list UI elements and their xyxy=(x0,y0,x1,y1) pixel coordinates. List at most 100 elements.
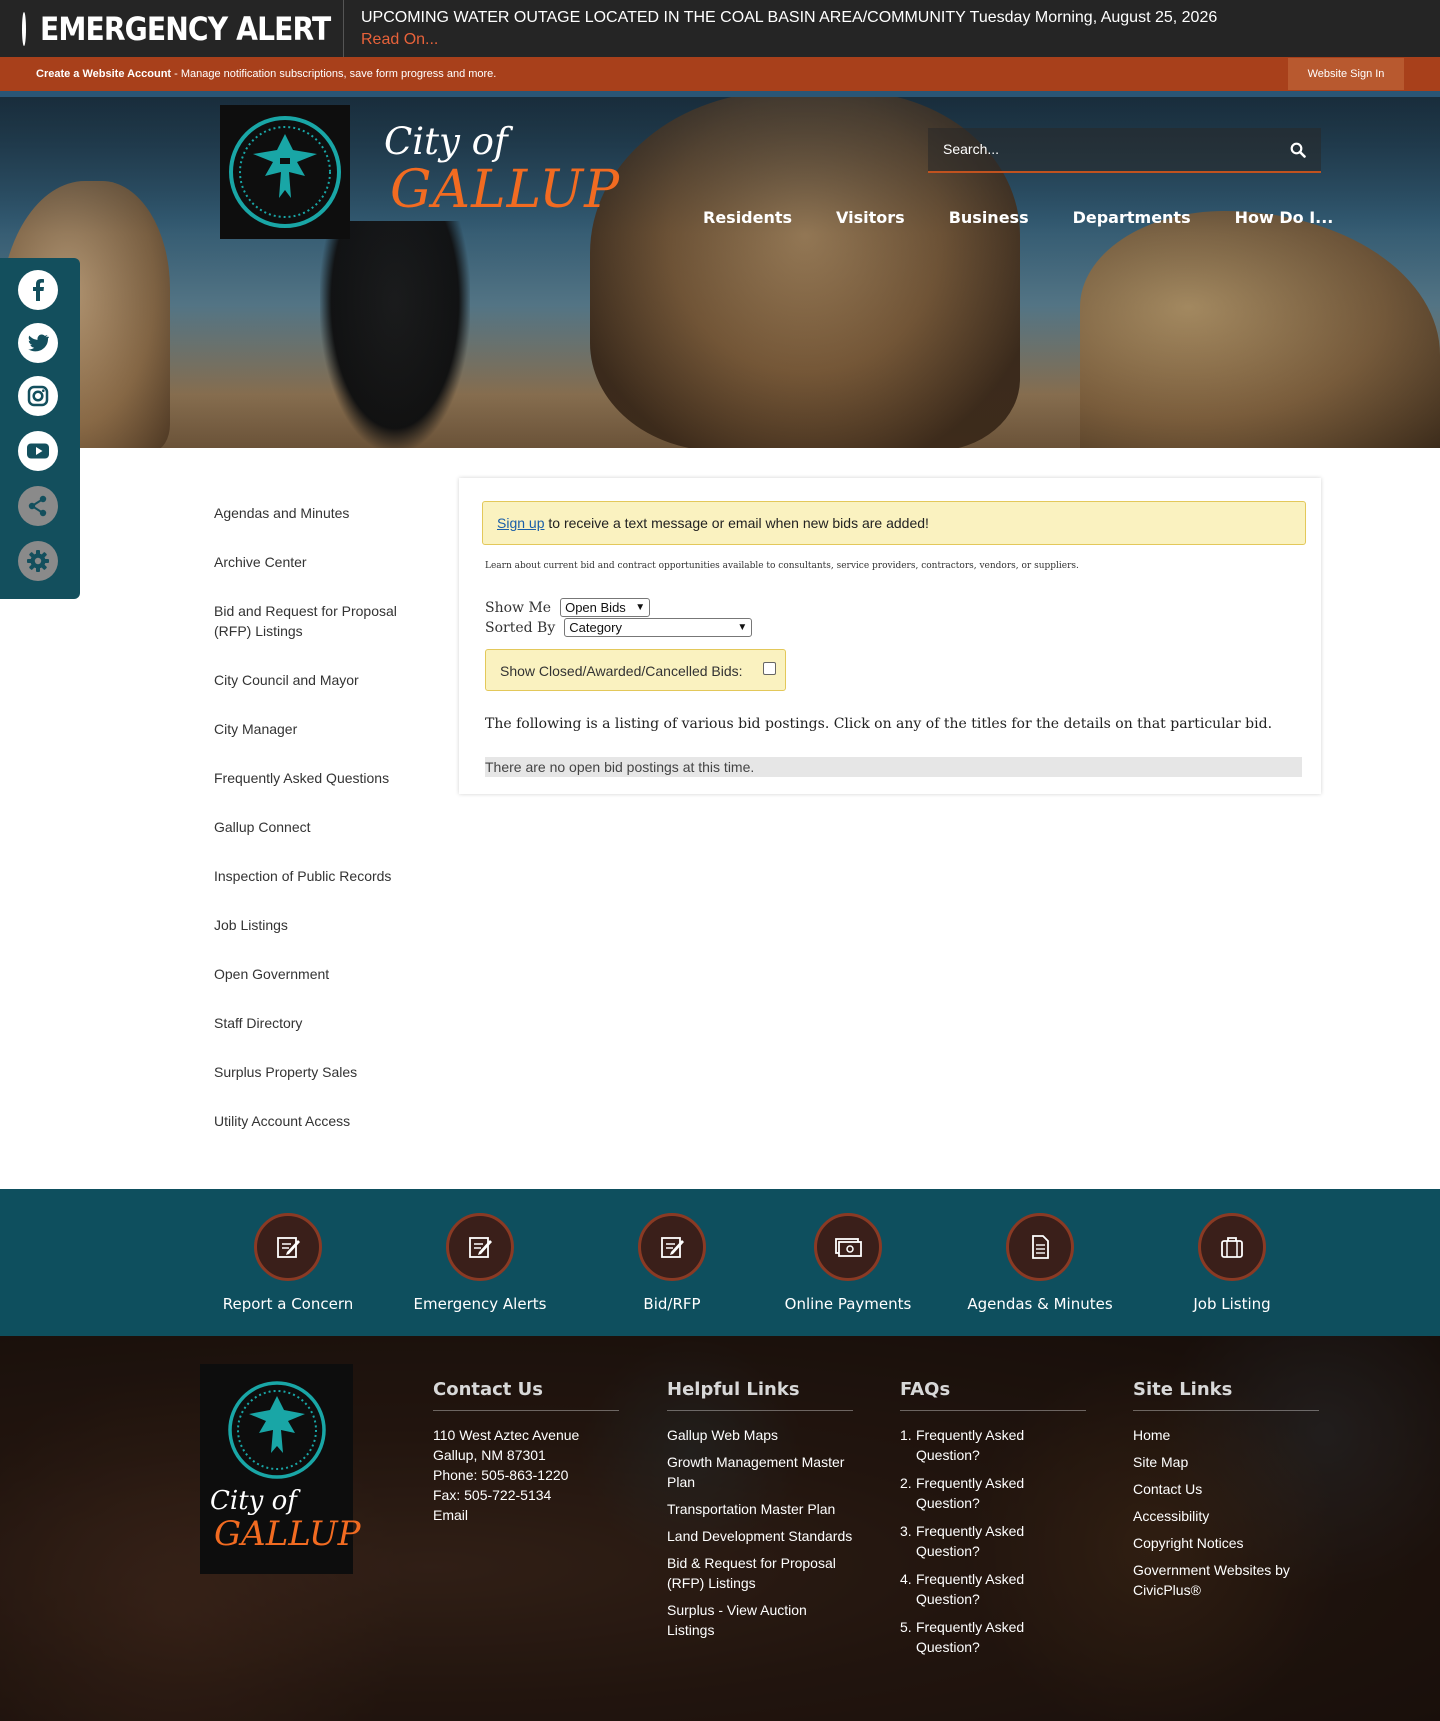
footer-faq-link[interactable]: Frequently Asked Question? xyxy=(916,1425,1086,1465)
alert-label: EMERGENCY ALERT xyxy=(0,0,344,57)
listing-description: The following is a listing of various bi… xyxy=(485,716,1273,732)
footer-faq-link[interactable]: Frequently Asked Question? xyxy=(916,1473,1086,1513)
side-nav-item[interactable]: Utility Account Access xyxy=(214,1111,434,1131)
nav-departments[interactable]: Departments xyxy=(1073,208,1191,227)
footer-email-link[interactable]: Email xyxy=(433,1505,619,1525)
edit-icon xyxy=(254,1213,322,1281)
quick-link-emergency-alerts[interactable]: Emergency Alerts xyxy=(400,1213,560,1313)
side-nav-item[interactable]: Agendas and Minutes xyxy=(214,503,434,523)
side-nav-item[interactable]: City Manager xyxy=(214,719,434,739)
footer-contact-line: 110 West Aztec Avenue xyxy=(433,1427,580,1443)
footer: City of GALLUP Contact Us 110 West Aztec… xyxy=(0,1336,1440,1721)
nav-visitors[interactable]: Visitors xyxy=(836,208,905,227)
logo-gallup: GALLUP xyxy=(390,160,621,220)
account-bar: Create a Website Account - Manage notifi… xyxy=(0,57,1440,91)
payment-icon xyxy=(814,1213,882,1281)
thunderbird-logo-icon xyxy=(228,1381,326,1479)
sorted-by-row: Sorted By Category ▼ xyxy=(485,618,753,637)
side-nav-item[interactable]: Bid and Request for Proposal (RFP) Listi… xyxy=(214,601,434,641)
footer-faq-link[interactable]: Frequently Asked Question? xyxy=(916,1569,1086,1609)
search-icon[interactable] xyxy=(1290,142,1306,158)
footer-helpful-link[interactable]: Land Development Standards xyxy=(667,1526,853,1546)
chevron-down-icon: ▼ xyxy=(737,622,748,633)
footer-faq-item[interactable]: 2. Frequently Asked Question? xyxy=(900,1473,1086,1513)
footer-site-link[interactable]: Government Websites by CivicPlus® xyxy=(1133,1560,1319,1600)
quick-link-label: Bid/RFP xyxy=(643,1295,701,1313)
footer-faq-item[interactable]: 1. Frequently Asked Question? xyxy=(900,1425,1086,1465)
footer-helpful-link[interactable]: Surplus - View Auction Listings xyxy=(667,1600,853,1640)
side-nav-item[interactable]: Surplus Property Sales xyxy=(214,1062,434,1082)
settings-icon[interactable] xyxy=(18,541,58,581)
side-nav-item[interactable]: Staff Directory xyxy=(214,1013,434,1033)
footer-site-link[interactable]: Copyright Notices xyxy=(1133,1533,1319,1553)
sign-in-button[interactable]: Website Sign In xyxy=(1288,58,1404,90)
quick-link-agendas[interactable]: Agendas & Minutes xyxy=(960,1213,1120,1313)
footer-contact-line: Phone: 505-863-1220 xyxy=(433,1467,569,1483)
footer-site-link[interactable]: Contact Us xyxy=(1133,1479,1319,1499)
footer-faq-link[interactable]: Frequently Asked Question? xyxy=(916,1617,1086,1657)
footer-faqs-heading: FAQs xyxy=(900,1379,1086,1411)
side-nav-item[interactable]: Frequently Asked Questions xyxy=(214,768,434,788)
side-nav-item[interactable]: Gallup Connect xyxy=(214,817,434,837)
footer-faq-item[interactable]: 4. Frequently Asked Question? xyxy=(900,1569,1086,1609)
quick-link-report-concern[interactable]: Report a Concern xyxy=(208,1213,368,1313)
footer-faq-item[interactable]: 3. Frequently Asked Question? xyxy=(900,1521,1086,1561)
side-nav-item[interactable]: Job Listings xyxy=(214,915,434,935)
facebook-icon[interactable] xyxy=(18,270,58,310)
sorted-by-select[interactable]: Category ▼ xyxy=(564,618,753,637)
footer-helpful-link[interactable]: Transportation Master Plan xyxy=(667,1499,853,1519)
nav-residents[interactable]: Residents xyxy=(703,208,792,227)
side-nav-item[interactable]: Inspection of Public Records xyxy=(214,866,434,886)
footer-faqs: FAQs 1. Frequently Asked Question? 2. Freq… xyxy=(900,1379,1086,1665)
thunderbird-logo-icon xyxy=(229,116,341,228)
quick-link-job-listing[interactable]: Job Listing xyxy=(1152,1213,1312,1313)
alert-message-block: UPCOMING WATER OUTAGE LOCATED IN THE COA… xyxy=(344,9,1217,49)
twitter-icon[interactable] xyxy=(18,323,58,363)
nav-business[interactable]: Business xyxy=(949,208,1029,227)
footer-logo[interactable]: City of GALLUP xyxy=(200,1364,361,1574)
youtube-icon[interactable] xyxy=(18,431,58,471)
share-icon[interactable] xyxy=(18,486,58,526)
show-me-row: Show Me Open Bids ▼ xyxy=(485,598,651,617)
briefcase-icon xyxy=(1198,1213,1266,1281)
footer-site-link[interactable]: Accessibility xyxy=(1133,1506,1319,1526)
edit-icon xyxy=(446,1213,514,1281)
signup-link[interactable]: Sign up xyxy=(497,515,544,531)
footer-site-links: Site Links Home Site Map Contact Us Acce… xyxy=(1133,1379,1319,1607)
search-input[interactable]: Search... xyxy=(943,141,999,157)
quick-link-online-payments[interactable]: Online Payments xyxy=(768,1213,928,1313)
account-text: Create a Website Account - Manage notifi… xyxy=(36,68,496,80)
footer-logo-gallup: GALLUP xyxy=(214,1514,361,1554)
site-logo[interactable] xyxy=(220,105,350,239)
search-box[interactable]: Search... xyxy=(928,128,1321,173)
side-nav-item[interactable]: Archive Center xyxy=(214,552,434,572)
side-nav-item[interactable]: City Council and Mayor xyxy=(214,670,434,690)
alert-beacon-icon xyxy=(22,11,26,46)
logo-city-of: City of xyxy=(384,120,508,163)
nav-how-do-i[interactable]: How Do I... xyxy=(1235,208,1334,227)
footer-helpful-link[interactable]: Bid & Request for Proposal (RFP) Listing… xyxy=(667,1553,853,1593)
emergency-alert-bar: EMERGENCY ALERT UPCOMING WATER OUTAGE LO… xyxy=(0,0,1440,57)
quick-link-bid-rfp[interactable]: Bid/RFP xyxy=(592,1213,752,1313)
footer-faq-item[interactable]: 5. Frequently Asked Question? xyxy=(900,1617,1086,1657)
footer-faq-link[interactable]: Frequently Asked Question? xyxy=(916,1521,1086,1561)
footer-helpful-link[interactable]: Growth Management Master Plan xyxy=(667,1452,853,1492)
quick-link-label: Job Listing xyxy=(1193,1295,1271,1313)
footer-helpful-link[interactable]: Gallup Web Maps xyxy=(667,1425,853,1445)
show-closed-label: Show Closed/Awarded/Cancelled Bids: xyxy=(500,663,743,679)
footer-contact-heading: Contact Us xyxy=(433,1379,619,1411)
no-bids-message: There are no open bid postings at this t… xyxy=(485,757,1302,777)
show-closed-checkbox[interactable] xyxy=(763,662,776,675)
create-account-link[interactable]: Create a Website Account xyxy=(36,68,171,80)
footer-contact: Contact Us 110 West Aztec Avenue Gallup,… xyxy=(433,1379,619,1525)
show-me-select[interactable]: Open Bids ▼ xyxy=(560,598,651,617)
chevron-down-icon: ▼ xyxy=(635,602,646,613)
sorted-by-value: Category xyxy=(569,620,622,635)
footer-site-link[interactable]: Home xyxy=(1133,1425,1319,1445)
footer-logo-city-of: City of xyxy=(210,1486,297,1516)
quick-link-label: Emergency Alerts xyxy=(413,1295,547,1313)
alert-read-on-link[interactable]: Read On... xyxy=(361,31,1217,49)
side-nav-item[interactable]: Open Government xyxy=(214,964,434,984)
footer-site-link[interactable]: Site Map xyxy=(1133,1452,1319,1472)
instagram-icon[interactable] xyxy=(18,376,58,416)
